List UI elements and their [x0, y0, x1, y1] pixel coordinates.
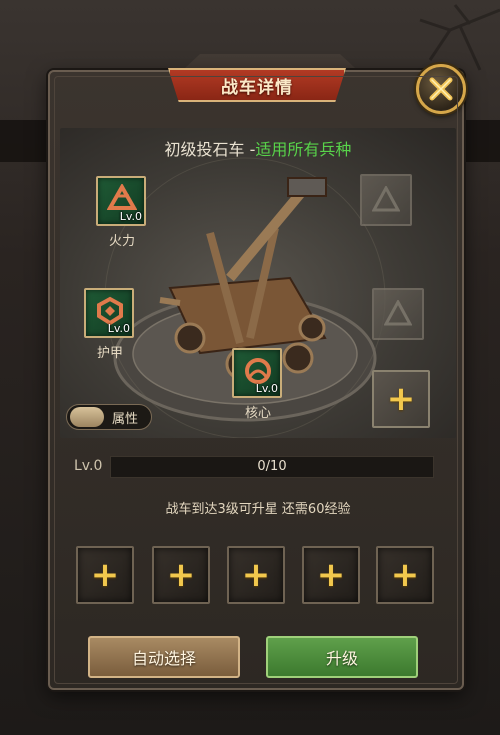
add-slot-button[interactable]: +: [372, 370, 430, 428]
slot-label-firepower: 火力: [108, 234, 135, 249]
material-slot[interactable]: +: [76, 546, 134, 604]
plus-icon: +: [316, 555, 346, 595]
slot-label-armor: 护甲: [96, 346, 123, 361]
toggle-knob: [70, 407, 104, 427]
slot-firepower[interactable]: Lv.0: [96, 176, 146, 226]
current-level: Lv.0: [74, 458, 103, 474]
locked-slot-middle[interactable]: [372, 288, 424, 340]
auto-select-button[interactable]: 自动选择: [88, 636, 240, 678]
dialog-title: 战车详情: [168, 68, 346, 102]
close-icon: [429, 77, 453, 101]
slot-level: Lv.0: [255, 382, 278, 395]
material-slot[interactable]: +: [376, 546, 434, 604]
experience-row: Lv.0 0/10: [74, 456, 444, 478]
slot-label-core: 核心: [244, 406, 271, 421]
attributes-toggle-label: 属性: [112, 411, 139, 427]
attributes-toggle[interactable]: 属性: [66, 404, 152, 430]
slot-level: Lv.0: [119, 210, 142, 223]
slot-level: Lv.0: [107, 322, 130, 335]
material-slot[interactable]: +: [227, 546, 285, 604]
material-slot[interactable]: +: [152, 546, 210, 604]
material-slot[interactable]: +: [302, 546, 360, 604]
plus-icon: +: [90, 555, 120, 595]
plus-icon: +: [386, 379, 416, 419]
locked-slot-icon: [384, 300, 412, 326]
vehicle-detail-dialog: 战车详情 初级投石车 -适用所有兵种 Lv.0 火力 Lv.0 护甲 Lv.0 …: [48, 64, 466, 690]
plus-icon: +: [390, 555, 420, 595]
slot-core[interactable]: Lv.0: [232, 348, 282, 398]
upgrade-button[interactable]: 升级: [266, 636, 418, 678]
plus-icon: +: [166, 555, 196, 595]
material-slots: + + + + +: [76, 546, 442, 606]
experience-bar: 0/10: [110, 456, 434, 478]
vehicle-showcase: 初级投石车 -适用所有兵种 Lv.0 火力 Lv.0 护甲 Lv.0 核心 + …: [60, 128, 456, 438]
close-button[interactable]: [416, 64, 466, 114]
experience-text: 0/10: [257, 459, 287, 474]
slot-armor[interactable]: Lv.0: [84, 288, 134, 338]
locked-slot-top[interactable]: [360, 174, 412, 226]
upgrade-hint: 战车到达3级可升星 还需60经验: [165, 502, 351, 517]
plus-icon: +: [241, 555, 271, 595]
locked-slot-icon: [372, 186, 400, 212]
